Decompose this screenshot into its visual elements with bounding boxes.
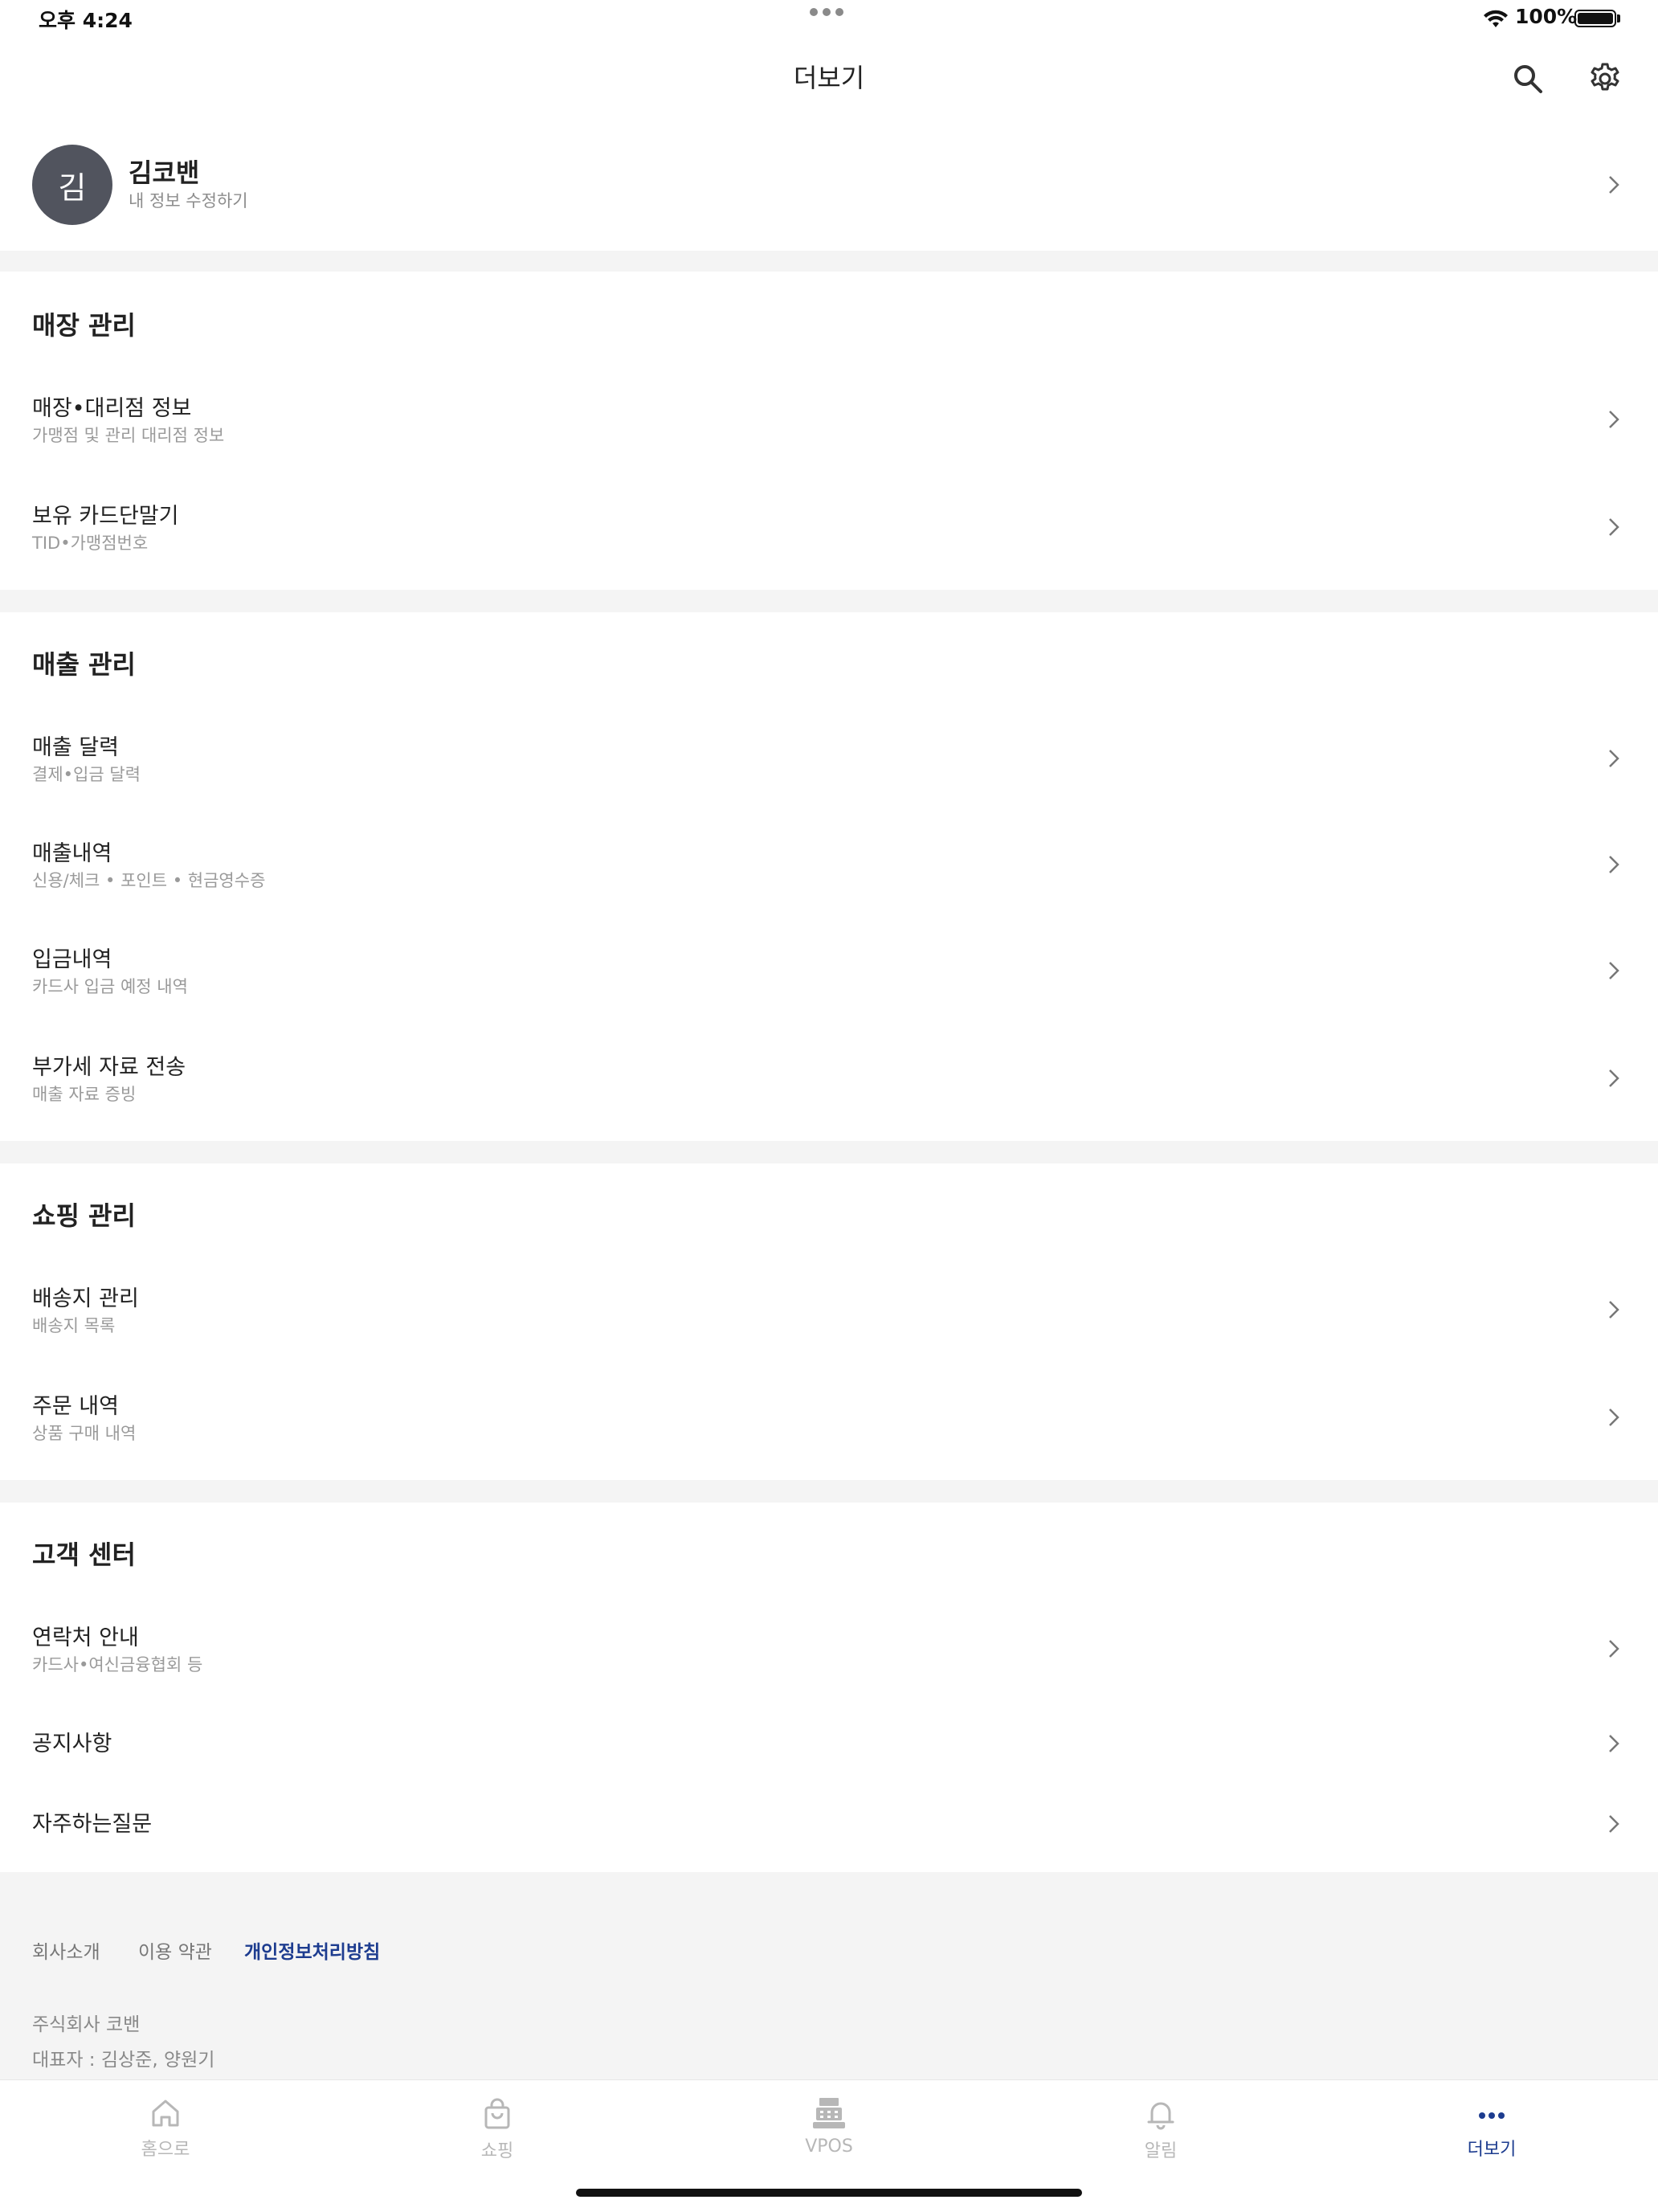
tab-home[interactable]: 홈으로 [85,2098,246,2161]
menu-item-title: 입금내역 [32,947,112,972]
menu-item-subtitle: TID•가맹점번호 [32,534,149,553]
chevron-right-icon [1609,1735,1619,1752]
menu-item-title: 부가세 자료 전송 [32,1055,186,1080]
chevron-right-icon [1609,518,1619,536]
menu-item-subtitle: 신용/체크 • 포인트 • 현금영수증 [32,871,266,890]
footer-link-terms[interactable]: 이용 약관 [138,1936,212,1964]
bell-icon [1147,2102,1174,2130]
menu-item-subtitle: 매출 자료 증빙 [32,1085,137,1104]
footer-link-company[interactable]: 회사소개 [32,1936,100,1964]
more-dots-icon [1479,2112,1505,2119]
profile-name: 김코밴 [129,157,200,188]
section-divider [0,251,1658,272]
section-divider [0,590,1658,612]
menu-item-title: 연락처 안내 [32,1625,139,1650]
gear-icon [1591,63,1619,91]
footer-company-name: 주식회사 코밴 [32,2014,141,2035]
chevron-right-icon [1609,962,1619,979]
section-divider [0,1480,1658,1503]
tab-more[interactable]: 더보기 [1411,2103,1572,2161]
chevron-right-icon [1609,411,1619,428]
menu-item-subtitle: 가맹점 및 관리 대리점 정보 [32,426,225,445]
tab-label: 쇼핑 [480,2141,514,2161]
section-title-sales: 매출 관리 [32,649,136,680]
chevron-right-icon [1609,1640,1619,1658]
section-title-support: 고객 센터 [32,1539,136,1570]
avatar: 김 [32,145,112,225]
footer-link-privacy[interactable]: 개인정보처리방침 [244,1936,380,1964]
chevron-right-icon [1609,856,1619,873]
menu-item-shipping-addresses[interactable]: 배송지 관리 배송지 목록 [0,1268,1658,1352]
menu-item-title: 공지사항 [32,1732,112,1756]
menu-item-sales-history[interactable]: 매출내역 신용/체크 • 포인트 • 현금영수증 [0,823,1658,907]
home-icon [152,2100,179,2127]
page-title: 더보기 [793,63,865,93]
menu-item-subtitle: 배송지 목록 [32,1316,116,1335]
menu-item-subtitle: 카드사•여신금융협회 등 [32,1655,203,1674]
shopping-bag-icon [484,2098,510,2129]
menu-item-title: 매장•대리점 정보 [32,396,192,421]
multitasking-dots-icon[interactable] [810,8,843,16]
chevron-right-icon [1609,176,1619,194]
section-title-store: 매장 관리 [32,310,136,341]
chevron-right-icon [1609,750,1619,767]
chevron-right-icon [1609,1301,1619,1319]
menu-item-subtitle: 카드사 입금 예정 내역 [32,977,188,996]
menu-item-contacts[interactable]: 연락처 안내 카드사•여신금융협회 등 [0,1607,1658,1691]
tab-label: 더보기 [1467,2140,1517,2160]
menu-item-faq[interactable]: 자주하는질문 [0,1795,1658,1851]
menu-item-card-terminals[interactable]: 보유 카드단말기 TID•가맹점번호 [0,485,1658,570]
profile-row[interactable]: 김 김코밴 내 정보 수정하기 [0,129,1658,241]
footer: 회사소개 이용 약관 개인정보처리방침 주식회사 코밴 대표자 : 김상준, 양… [0,1872,1658,2081]
menu-item-deposit-history[interactable]: 입금내역 카드사 입금 예정 내역 [0,929,1658,1013]
tab-label: 홈으로 [141,2140,190,2160]
status-time: 오후 4:24 [39,9,133,32]
menu-item-title: 주문 내역 [32,1394,119,1419]
menu-item-sales-calendar[interactable]: 매출 달력 결제•입금 달력 [0,717,1658,801]
search-icon [1514,65,1542,93]
chevron-right-icon [1609,1409,1619,1426]
menu-item-title: 매출 달력 [32,735,119,760]
tab-vpos[interactable]: VPOS [749,2096,909,2157]
menu-item-subtitle: 상품 구매 내역 [32,1424,137,1443]
menu-item-notices[interactable]: 공지사항 [0,1715,1658,1771]
footer-ceo: 대표자 : 김상준, 양원기 [32,2050,215,2071]
tab-shopping[interactable]: 쇼핑 [417,2098,578,2162]
tab-label: VPOS [805,2136,853,2157]
pos-terminal-icon [813,2098,845,2128]
section-divider [0,1141,1658,1163]
status-bar: 오후 4:24 100% [0,0,1658,39]
menu-item-order-history[interactable]: 주문 내역 상품 구매 내역 [0,1376,1658,1460]
tab-notifications[interactable]: 알림 [1080,2098,1241,2162]
menu-item-title: 배송지 관리 [32,1286,139,1311]
search-button[interactable] [1505,56,1550,101]
menu-item-title: 자주하는질문 [32,1812,153,1837]
wifi-icon [1484,10,1508,27]
battery-nub [1617,14,1620,22]
battery-percent: 100% [1515,5,1578,28]
menu-item-subtitle: 결제•입금 달력 [32,765,141,784]
menu-item-title: 보유 카드단말기 [32,504,179,529]
battery-icon [1574,10,1616,27]
home-indicator[interactable] [576,2189,1082,2197]
section-title-shopping: 쇼핑 관리 [32,1200,136,1231]
menu-item-store-info[interactable]: 매장•대리점 정보 가맹점 및 관리 대리점 정보 [0,378,1658,462]
menu-item-title: 매출내역 [32,841,112,866]
chevron-right-icon [1609,1069,1619,1087]
tab-label: 알림 [1144,2141,1178,2161]
chevron-right-icon [1609,1815,1619,1833]
profile-edit-subtitle: 내 정보 수정하기 [129,191,248,211]
settings-button[interactable] [1582,56,1627,101]
menu-item-vat-transfer[interactable]: 부가세 자료 전송 매출 자료 증빙 [0,1036,1658,1121]
